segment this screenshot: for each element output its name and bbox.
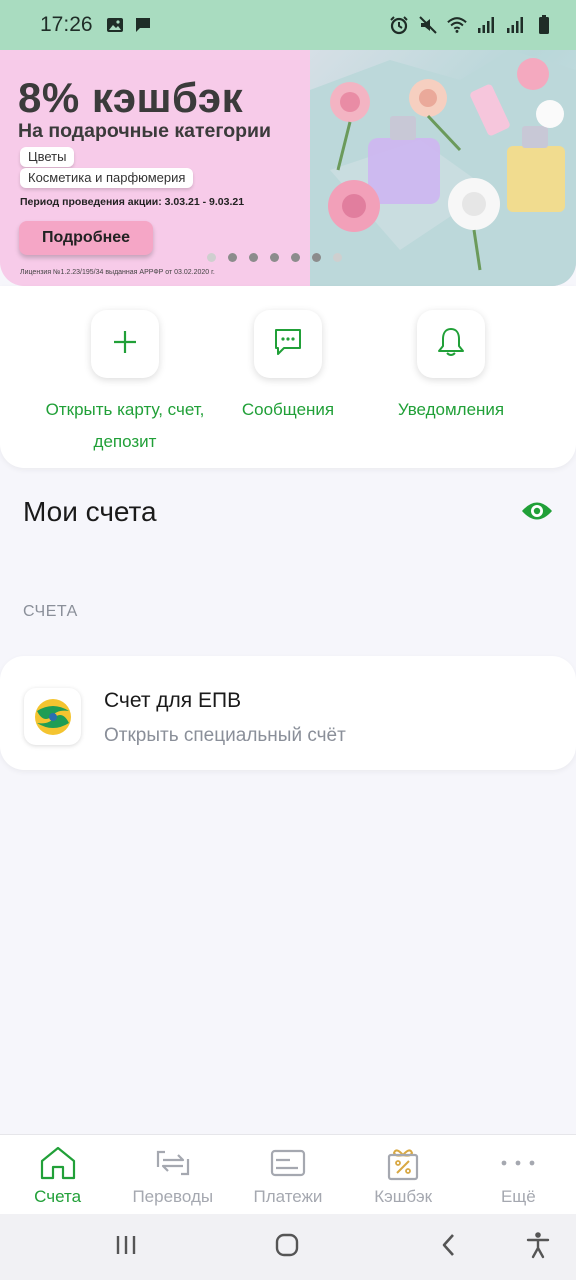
nav-more[interactable]: Ещё — [461, 1135, 576, 1214]
account-subtitle: Открыть специальный счёт — [104, 725, 346, 746]
wifi-icon — [447, 15, 467, 35]
mute-icon — [418, 15, 438, 35]
accessibility-button[interactable] — [522, 1231, 554, 1264]
image-icon — [105, 15, 125, 35]
nav-label: Кэшбэк — [374, 1187, 433, 1206]
recents-button[interactable] — [110, 1232, 142, 1262]
carousel-dot[interactable] — [291, 253, 300, 262]
nav-label: Платежи — [253, 1187, 323, 1206]
carousel-dots[interactable] — [207, 253, 342, 262]
epv-logo — [24, 688, 81, 745]
nav-label: Переводы — [132, 1187, 214, 1206]
more-icon — [498, 1145, 538, 1181]
battery-icon — [534, 15, 554, 35]
open-product-label: Открыть карту, счет, депозит — [45, 400, 205, 451]
alarm-icon — [389, 15, 409, 35]
promo-banner[interactable]: 8% кэшбэк На подарочные категории Цветы … — [0, 50, 576, 286]
nav-accounts[interactable]: Счета — [0, 1135, 115, 1214]
accessibility-icon — [526, 1231, 550, 1264]
carousel-dot[interactable] — [249, 253, 258, 262]
chat-icon — [273, 327, 303, 362]
signal-icon — [476, 15, 496, 35]
messages-action[interactable]: Сообщения — [203, 310, 373, 426]
toggle-visibility-button[interactable] — [520, 500, 554, 526]
open-product-action[interactable]: Открыть карту, счет, депозит — [40, 310, 210, 458]
quick-actions: Открыть карту, счет, депозит Сообщения У… — [0, 286, 576, 468]
gift-icon — [383, 1145, 423, 1181]
notifications-label: Уведомления — [397, 400, 505, 419]
open-product-button[interactable] — [91, 310, 159, 378]
accounts-section-label: СЧЕТА — [23, 603, 78, 620]
banner-tag: Косметика и парфюмерия — [20, 168, 194, 188]
banner-period: Период проведения акции: 3.03.21 - 9.03.… — [20, 196, 245, 208]
nav-cashback[interactable]: Кэшбэк — [346, 1135, 461, 1214]
home-system-button[interactable] — [271, 1232, 303, 1262]
banner-tag: Цветы — [20, 147, 75, 167]
system-nav-bar — [0, 1214, 576, 1280]
nav-transfers[interactable]: Переводы — [115, 1135, 230, 1214]
carousel-dot[interactable] — [228, 253, 237, 262]
status-bar: 17:26 — [0, 0, 576, 50]
accounts-title: Мои счета — [23, 496, 157, 527]
banner-photo — [310, 50, 576, 286]
banner-subtitle: На подарочные категории — [18, 120, 272, 142]
home-circle-icon — [274, 1232, 300, 1263]
nav-label: Ещё — [500, 1187, 536, 1206]
transfer-icon — [153, 1145, 193, 1181]
banner-license: Лицензия №1.2.23/195/34 выданная АРРФР о… — [20, 269, 215, 276]
status-left-icons — [105, 15, 153, 35]
status-right-icons — [389, 15, 554, 35]
nav-payments[interactable]: Платежи — [230, 1135, 345, 1214]
account-title: Счет для ЕПВ — [104, 689, 242, 712]
notifications-action[interactable]: Уведомления — [366, 310, 536, 426]
carousel-dot[interactable] — [207, 253, 216, 262]
recents-icon — [114, 1233, 138, 1262]
carousel-dot[interactable] — [270, 253, 279, 262]
eye-icon — [521, 500, 553, 527]
banner-details-button[interactable]: Подробнее — [19, 221, 153, 255]
signal-icon — [505, 15, 525, 35]
bell-icon — [436, 326, 466, 363]
home-icon — [38, 1145, 78, 1181]
banner-title: 8% кэшбэк — [18, 74, 244, 121]
back-icon — [438, 1232, 458, 1263]
carousel-dot[interactable] — [333, 253, 342, 262]
plus-icon — [112, 329, 138, 360]
status-time: 17:26 — [40, 13, 93, 36]
messages-label: Сообщения — [241, 400, 335, 419]
card-icon — [268, 1145, 308, 1181]
bottom-nav: Счета Переводы Платежи Кэшбэк Ещё — [0, 1134, 576, 1214]
account-item[interactable]: Счет для ЕПВ Открыть специальный счёт — [0, 656, 576, 770]
message-icon — [133, 15, 153, 35]
messages-button[interactable] — [254, 310, 322, 378]
carousel-dot[interactable] — [312, 253, 321, 262]
notifications-button[interactable] — [417, 310, 485, 378]
back-button[interactable] — [432, 1232, 464, 1262]
nav-label: Счета — [34, 1187, 82, 1206]
